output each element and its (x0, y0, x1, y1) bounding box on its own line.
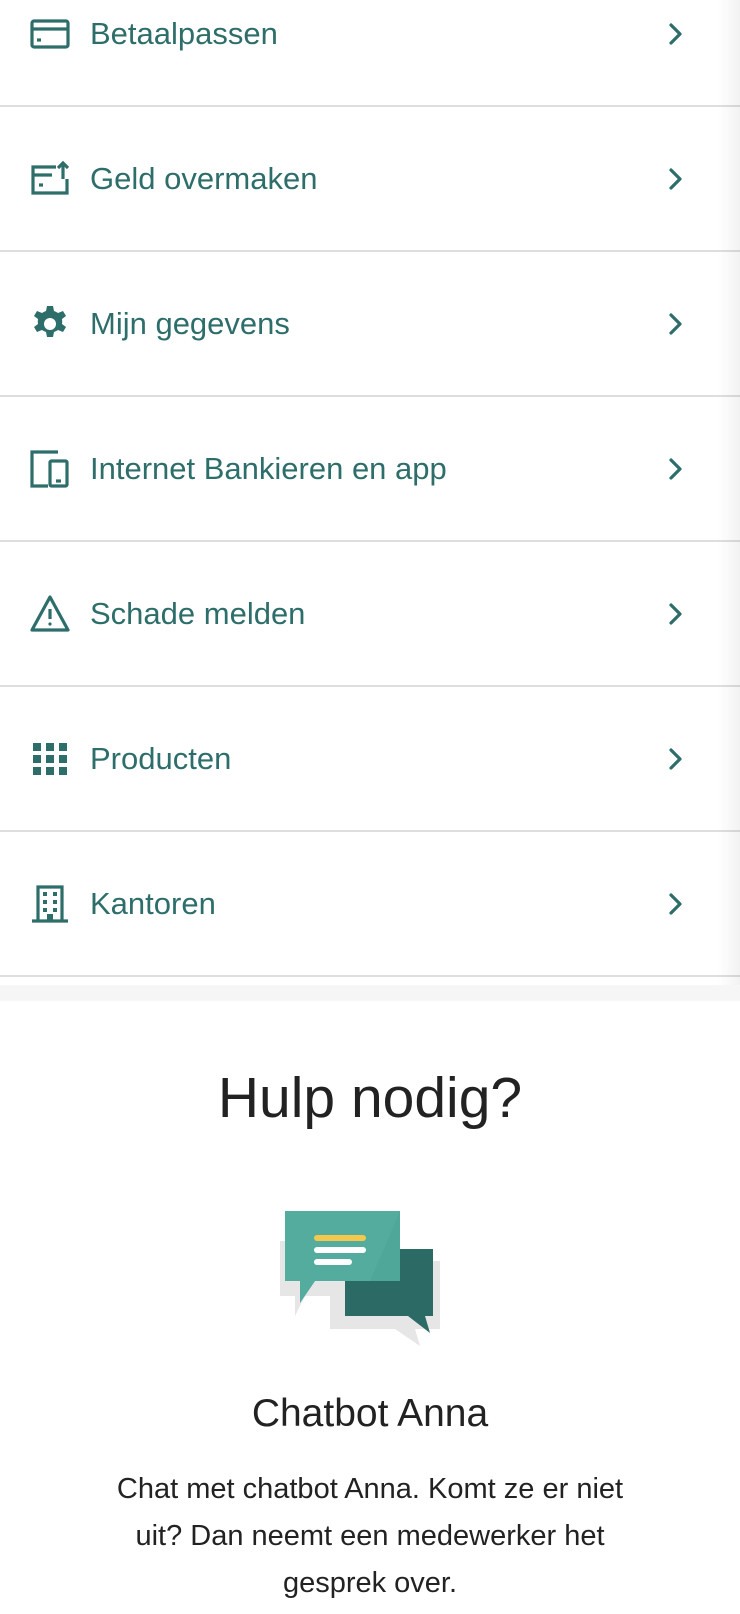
menu-item-schade-melden[interactable]: Schade melden (0, 542, 740, 687)
menu-item-mijn-gegevens[interactable]: Mijn gegevens (0, 252, 740, 397)
menu-item-label: Schade melden (90, 595, 306, 631)
chatbot-title: Chatbot Anna (251, 1392, 489, 1435)
chat-bubbles-icon[interactable] (270, 1201, 450, 1351)
chevron-right-icon (662, 456, 688, 482)
gear-icon (28, 302, 72, 346)
menu-list: Betaalpassen Geld overmaken Mijn gegeven… (0, 0, 740, 977)
help-title: Hulp nodig? (217, 1066, 523, 1130)
devices-icon (28, 447, 72, 491)
grid-icon (28, 737, 72, 781)
chevron-right-icon (662, 601, 688, 627)
menu-item-label: Internet Bankieren en app (90, 450, 447, 486)
section-divider (0, 985, 740, 1001)
menu-item-label: Producten (90, 740, 232, 776)
building-icon (28, 882, 72, 926)
chevron-right-icon (662, 891, 688, 917)
credit-card-icon (28, 12, 72, 56)
chevron-right-icon (662, 166, 688, 192)
warning-icon (28, 592, 72, 636)
menu-item-geld-overmaken[interactable]: Geld overmaken (0, 107, 740, 252)
menu-item-internet-bankieren[interactable]: Internet Bankieren en app (0, 397, 740, 542)
menu-item-betaalpassen[interactable]: Betaalpassen (0, 0, 740, 107)
chatbot-description: Chat met chatbot Anna. Komt ze er niet u… (116, 1473, 624, 1599)
menu-item-kantoren[interactable]: Kantoren (0, 832, 740, 977)
help-section: Hulp nodig? Chatbot Anna Chat met chatbo… (0, 1001, 740, 1614)
menu-item-label: Kantoren (90, 885, 216, 921)
chevron-right-icon (662, 21, 688, 47)
transfer-icon (28, 157, 72, 201)
menu-item-label: Mijn gegevens (90, 305, 290, 341)
chevron-right-icon (662, 746, 688, 772)
chevron-right-icon (662, 311, 688, 337)
menu-item-producten[interactable]: Producten (0, 687, 740, 832)
menu-item-label: Betaalpassen (90, 15, 278, 51)
menu-item-label: Geld overmaken (90, 160, 318, 196)
